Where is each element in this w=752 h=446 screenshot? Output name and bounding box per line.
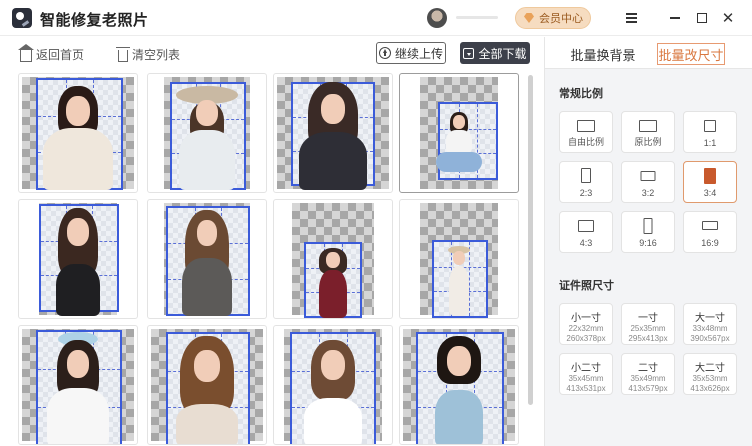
- ratio-label: 3:2: [641, 188, 655, 198]
- vip-center-button[interactable]: 会员中心: [515, 7, 591, 29]
- avatar[interactable]: [427, 8, 447, 28]
- photo-thumbnail[interactable]: [399, 199, 519, 319]
- back-home-label: 返回首页: [36, 48, 85, 62]
- ratio-16-9-button[interactable]: 16:9: [683, 211, 737, 253]
- photo-thumbnail[interactable]: [18, 73, 138, 193]
- panel-tabs: 批量换背景 批量改尺寸: [545, 37, 752, 69]
- size-name: 大一寸: [695, 313, 725, 324]
- photo-thumbnail[interactable]: [147, 325, 267, 445]
- ratio-label: 原比例: [634, 137, 662, 147]
- size-mm: 33x48mm: [692, 324, 728, 333]
- ratio-portrait-icon: [581, 168, 591, 183]
- ratio-label: 自由比例: [567, 137, 604, 147]
- gallery-scrollbar[interactable]: [528, 75, 533, 405]
- download-all-button[interactable]: 全部下载: [460, 42, 530, 64]
- home-icon: [18, 44, 34, 62]
- size-mm: 35x53mm: [692, 374, 728, 383]
- ratio-portrait-icon: [643, 218, 653, 234]
- app-logo-icon: [12, 8, 32, 28]
- tab-batch-background[interactable]: 批量换背景: [567, 43, 639, 65]
- ratio-free-button[interactable]: 自由比例: [559, 111, 613, 153]
- vip-center-label: 会员中心: [539, 13, 583, 25]
- download-icon: [463, 47, 475, 59]
- photo-gallery: [18, 73, 524, 446]
- size-mm: 25x35mm: [630, 324, 666, 333]
- app-title: 智能修复老照片: [40, 12, 149, 29]
- size-px: 295x413px: [628, 334, 668, 343]
- size-name: 二寸: [638, 363, 658, 374]
- ratio-label: 3:4: [703, 188, 717, 198]
- size-mm: 22x32mm: [568, 324, 604, 333]
- ratio-9-16-button[interactable]: 9:16: [621, 211, 675, 253]
- photo-thumbnail[interactable]: [273, 325, 393, 445]
- ratio-landscape-icon: [578, 220, 594, 232]
- photo-thumbnail[interactable]: [147, 73, 267, 193]
- close-icon[interactable]: ✕: [718, 8, 738, 28]
- toolbar: 返回首页 清空列表 继续上传 全部下载: [0, 37, 540, 69]
- size-px: 390x567px: [690, 334, 730, 343]
- size-px: 413x531px: [566, 384, 606, 393]
- ratio-original-icon: [639, 120, 657, 132]
- size-large-1-inch-button[interactable]: 大一寸 33x48mm 390x567px: [683, 303, 737, 345]
- ratio-section-title: 常规比例: [559, 88, 603, 100]
- ratio-original-button[interactable]: 原比例: [621, 111, 675, 153]
- username-placeholder: [456, 16, 498, 19]
- trash-icon: [116, 46, 130, 62]
- continue-upload-button[interactable]: 继续上传: [376, 42, 446, 64]
- maximize-icon[interactable]: [692, 8, 712, 28]
- photo-thumbnail[interactable]: [273, 73, 393, 193]
- ratio-landscape-icon: [702, 221, 718, 230]
- back-home-button[interactable]: 返回首页: [18, 44, 85, 63]
- size-2-inch-button[interactable]: 二寸 35x49mm 413x579px: [621, 353, 675, 395]
- size-name: 小一寸: [571, 313, 601, 324]
- size-px: 260x378px: [566, 334, 606, 343]
- minimize-icon[interactable]: [665, 8, 685, 28]
- size-small-2-inch-button[interactable]: 小二寸 35x45mm 413x531px: [559, 353, 613, 395]
- ratio-label: 1:1: [703, 138, 717, 148]
- size-1-inch-button[interactable]: 一寸 25x35mm 295x413px: [621, 303, 675, 345]
- title-bar: 智能修复老照片 会员中心 ✕: [0, 0, 752, 36]
- size-large-2-inch-button[interactable]: 大二寸 35x53mm 413x626px: [683, 353, 737, 395]
- ratio-2-3-button[interactable]: 2:3: [559, 161, 613, 203]
- photo-thumbnail[interactable]: [147, 199, 267, 319]
- ratio-label: 16:9: [701, 238, 719, 248]
- settings-panel: 批量换背景 批量改尺寸 常规比例 自由比例 原比例 1:1 2:3 3:2 3:…: [544, 37, 752, 446]
- id-photo-section-title: 证件照尺寸: [559, 280, 614, 292]
- photo-thumbnail[interactable]: [399, 325, 519, 445]
- photo-thumbnail[interactable]: [18, 325, 138, 445]
- ratio-label: 4:3: [579, 238, 593, 248]
- ratio-label: 2:3: [579, 188, 593, 198]
- continue-upload-label: 继续上传: [394, 46, 443, 61]
- size-name: 小二寸: [571, 363, 601, 374]
- size-px: 413x579px: [628, 384, 668, 393]
- tab-batch-resize[interactable]: 批量改尺寸: [657, 43, 725, 65]
- photo-thumbnail[interactable]: [273, 199, 393, 319]
- diamond-icon: [523, 13, 535, 23]
- size-name: 大二寸: [695, 363, 725, 374]
- ratio-free-icon: [577, 120, 595, 132]
- ratio-label: 9:16: [639, 238, 657, 248]
- size-px: 413x626px: [690, 384, 730, 393]
- size-mm: 35x49mm: [630, 374, 666, 383]
- photo-thumbnail[interactable]: [18, 199, 138, 319]
- ratio-4-3-button[interactable]: 4:3: [559, 211, 613, 253]
- ratio-1-1-button[interactable]: 1:1: [683, 111, 737, 153]
- size-name: 一寸: [638, 313, 658, 324]
- ratio-landscape-icon: [640, 171, 656, 181]
- download-all-label: 全部下载: [478, 46, 527, 61]
- photo-thumbnail[interactable]: [399, 73, 519, 193]
- size-small-1-inch-button[interactable]: 小一寸 22x32mm 260x378px: [559, 303, 613, 345]
- clear-list-button[interactable]: 清空列表: [116, 46, 181, 63]
- clear-list-label: 清空列表: [132, 48, 181, 62]
- menu-icon[interactable]: [621, 8, 641, 28]
- ratio-portrait-icon: [704, 168, 716, 184]
- ratio-3-2-button[interactable]: 3:2: [621, 161, 675, 203]
- ratio-3-4-button[interactable]: 3:4: [683, 161, 737, 203]
- ratio-square-icon: [704, 120, 716, 132]
- size-mm: 35x45mm: [568, 374, 604, 383]
- upload-icon: [378, 47, 391, 59]
